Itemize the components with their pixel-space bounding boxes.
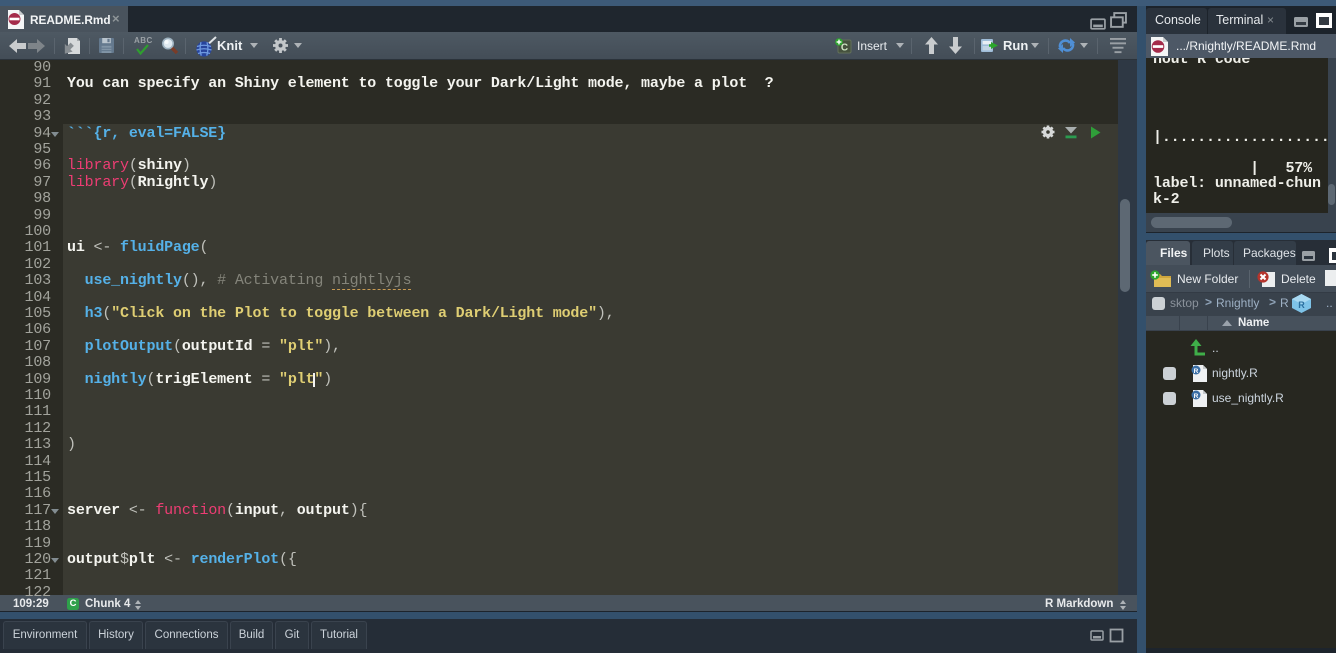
svg-text:R: R (1298, 300, 1305, 310)
svg-text:R: R (1194, 393, 1199, 400)
svg-text:R: R (1194, 368, 1199, 375)
